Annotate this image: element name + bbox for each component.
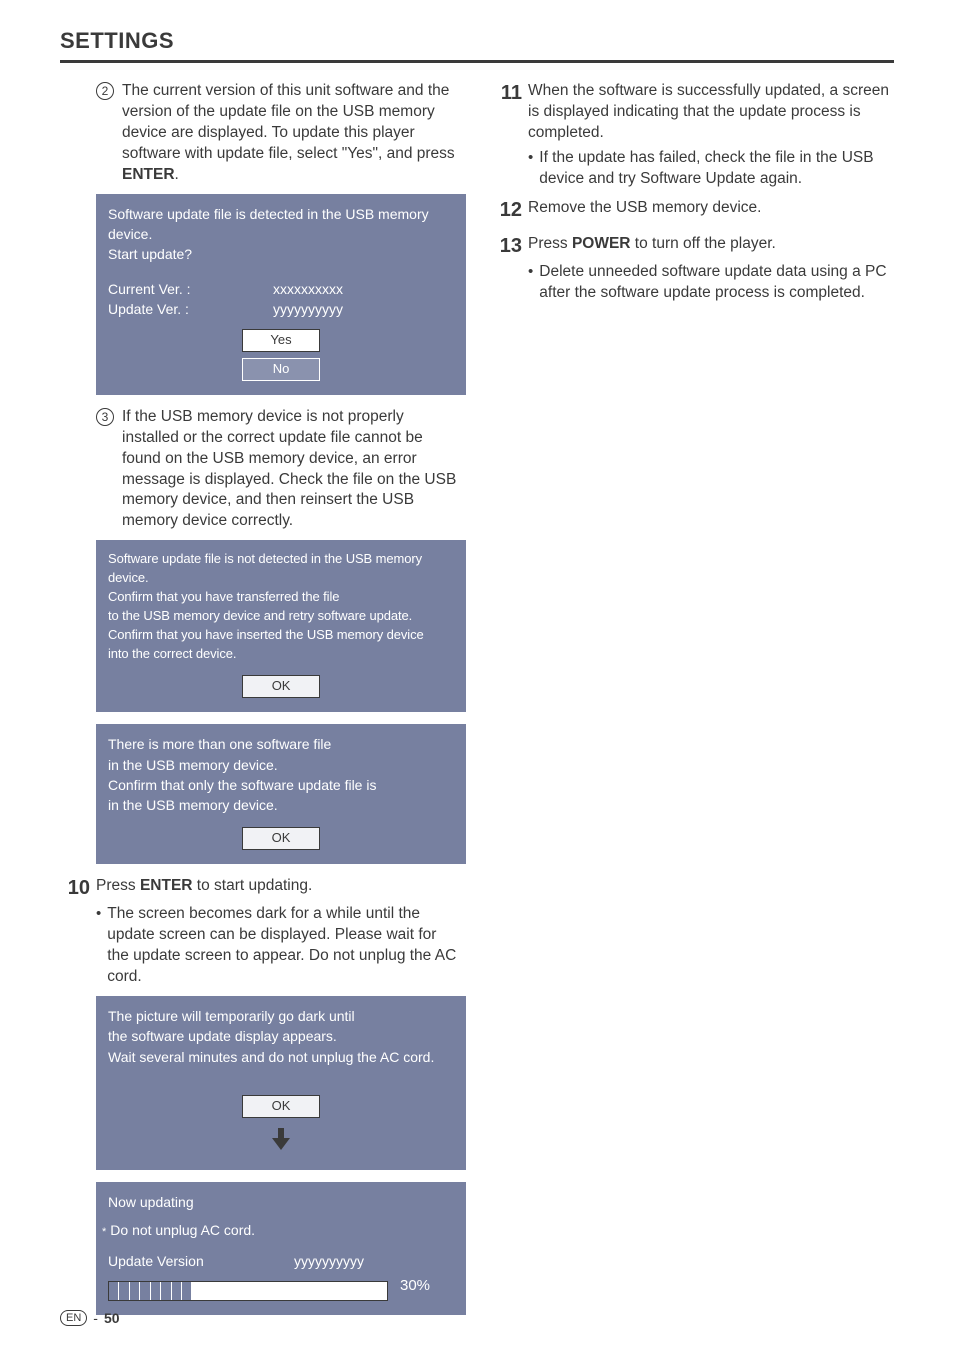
progress-bar-fill xyxy=(109,1282,192,1300)
dk-l2: the software update display appears. xyxy=(108,1026,454,1046)
page-footer: EN - 50 xyxy=(60,1310,120,1326)
substep-2: 2 The current version of this unit softw… xyxy=(60,81,462,186)
update-version-label: Update Ver. : xyxy=(108,299,248,319)
panel-detected-line1: Software update file is detected in the … xyxy=(108,204,454,245)
panel-detected-line2: Start update? xyxy=(108,244,454,264)
version-table: Current Ver. : xxxxxxxxxx Update Ver. : … xyxy=(108,279,454,320)
dk-l1: The picture will temporarily go dark unt… xyxy=(108,1006,454,1026)
substep-3-text: If the USB memory device is not properly… xyxy=(122,407,462,533)
substep-2-text-b: . xyxy=(175,166,179,183)
current-version-label: Current Ver. : xyxy=(108,279,248,299)
enter-label: ENTER xyxy=(122,166,175,183)
asterisk-icon: * xyxy=(102,1226,106,1238)
panel-not-detected: Software update file is not detected in … xyxy=(96,540,466,712)
bullet-icon-3: • xyxy=(528,262,533,304)
step-12-number: 12 xyxy=(492,198,522,222)
substep-3: 3 If the USB memory device is not proper… xyxy=(60,407,462,533)
title-rule xyxy=(60,60,894,63)
progress-row: 30% xyxy=(108,1271,454,1301)
bullet-icon: • xyxy=(96,904,101,988)
ok-button-1[interactable]: OK xyxy=(242,675,320,698)
page-title: SETTINGS xyxy=(60,28,894,54)
step-10-bullet-text: The screen becomes dark for a while unti… xyxy=(107,904,462,988)
step-12-text: Remove the USB memory device. xyxy=(528,198,761,219)
step-13-text: Press POWER to turn off the player. xyxy=(528,234,776,255)
page-number: 50 xyxy=(104,1310,120,1326)
step-10-text-a: Press xyxy=(96,877,140,894)
language-badge: EN xyxy=(60,1310,87,1326)
nd-l5: into the correct device. xyxy=(108,645,454,664)
step-13-text-a: Press xyxy=(528,235,572,252)
step-10-text: Press ENTER to start updating. xyxy=(96,876,312,897)
substep-2-text-a: The current version of this unit softwar… xyxy=(122,82,455,162)
update-version-value: yyyyyyyyyy xyxy=(248,299,368,319)
update-version-label-2: Update Version xyxy=(108,1251,204,1271)
step-10-number: 10 xyxy=(60,876,90,900)
substep-2-text: The current version of this unit softwar… xyxy=(122,81,462,186)
nd-l3: to the USB memory device and retry softw… xyxy=(108,607,454,626)
page: SETTINGS 2 The current version of this u… xyxy=(0,0,954,1354)
dk-l3: Wait several minutes and do not unplug t… xyxy=(108,1047,454,1067)
step-11-number: 11 xyxy=(492,81,522,105)
nd-l2: Confirm that you have transferred the fi… xyxy=(108,588,454,607)
step-13: 13 Press POWER to turn off the player. xyxy=(492,234,894,258)
panel-dark-warning: The picture will temporarily go dark unt… xyxy=(96,996,466,1170)
mf-l3: Confirm that only the software update fi… xyxy=(108,775,454,795)
step-13-bullet-text: Delete unneeded software update data usi… xyxy=(539,262,894,304)
progress-ticks xyxy=(109,1282,192,1300)
enter-label-2: ENTER xyxy=(140,877,193,894)
step-10: 10 Press ENTER to start updating. xyxy=(60,876,462,900)
no-button[interactable]: No xyxy=(242,358,320,381)
left-column: 2 The current version of this unit softw… xyxy=(60,81,462,1327)
step-11: 11 When the software is successfully upd… xyxy=(492,81,894,144)
current-version-value: xxxxxxxxxx xyxy=(248,279,368,299)
panel-progress: Now updating * Do not unplug AC cord. Upd… xyxy=(96,1182,466,1316)
step-11-bullet-text: If the update has failed, check the file… xyxy=(539,148,894,190)
yes-button[interactable]: Yes xyxy=(242,329,320,352)
mf-l1: There is more than one software file xyxy=(108,734,454,754)
page-sep: - xyxy=(93,1310,98,1326)
update-version-value-2: yyyyyyyyyy xyxy=(294,1251,364,1271)
columns: 2 The current version of this unit softw… xyxy=(60,81,894,1327)
step-13-text-b: to turn off the player. xyxy=(631,235,776,252)
step-11-bullet: • If the update has failed, check the fi… xyxy=(492,148,894,190)
update-version-row: Update Ver. : yyyyyyyyyy xyxy=(108,299,454,319)
step-13-number: 13 xyxy=(492,234,522,258)
step-10-bullet: • The screen becomes dark for a while un… xyxy=(60,904,462,988)
bullet-icon-2: • xyxy=(528,148,533,190)
circled-number-2: 2 xyxy=(96,82,114,100)
step-11-text: When the software is successfully update… xyxy=(528,81,894,144)
step-12: 12 Remove the USB memory device. xyxy=(492,198,894,222)
progress-bar xyxy=(108,1281,388,1301)
mf-l2: in the USB memory device. xyxy=(108,755,454,775)
ok-button-2[interactable]: OK xyxy=(242,827,320,850)
nd-l1: Software update file is not detected in … xyxy=(108,550,454,588)
circled-number-3: 3 xyxy=(96,408,114,426)
nd-l4: Confirm that you have inserted the USB m… xyxy=(108,626,454,645)
current-version-row: Current Ver. : xxxxxxxxxx xyxy=(108,279,454,299)
mf-l4: in the USB memory device. xyxy=(108,795,454,815)
arrow-down-wrap xyxy=(108,1126,454,1152)
step-10-text-b: to start updating. xyxy=(192,877,312,894)
progress-percent: 30% xyxy=(400,1275,430,1297)
power-label: POWER xyxy=(572,235,631,252)
pg-l2: Do not unplug AC cord. xyxy=(110,1222,255,1238)
right-column: 11 When the software is successfully upd… xyxy=(492,81,894,1327)
ok-button-3[interactable]: OK xyxy=(242,1095,320,1118)
panel-update-detected: Software update file is detected in the … xyxy=(96,194,466,395)
step-13-bullet: • Delete unneeded software update data u… xyxy=(492,262,894,304)
update-version-row-2: Update Version yyyyyyyyyy xyxy=(108,1251,454,1271)
arrow-down-icon xyxy=(268,1126,294,1152)
panel-multiple-files: There is more than one software file in … xyxy=(96,724,466,864)
pg-l1: Now updating xyxy=(108,1192,454,1212)
pg-l2-row: * Do not unplug AC cord. xyxy=(102,1220,454,1241)
